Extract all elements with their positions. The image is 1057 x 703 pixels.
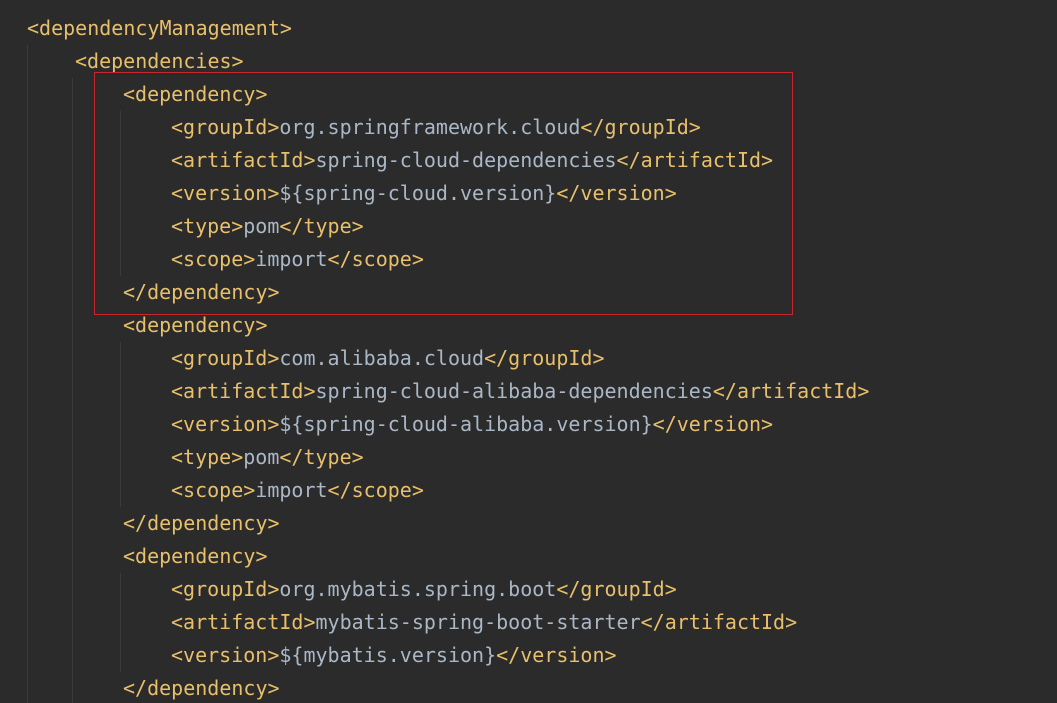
code-line[interactable]: <groupId>com.alibaba.cloud</groupId> <box>171 342 605 375</box>
xml-open-tag: <type> <box>171 445 244 469</box>
highlight-box <box>94 72 793 315</box>
code-line[interactable]: <artifactId>mybatis-spring-boot-starter<… <box>171 606 797 639</box>
xml-close-tag: </groupId> <box>556 577 677 601</box>
code-line[interactable]: <version>${spring-cloud-alibaba.version}… <box>171 408 773 441</box>
xml-close-tag: </groupId> <box>484 346 605 370</box>
code-line[interactable]: <groupId>org.mybatis.spring.boot</groupI… <box>171 573 677 606</box>
xml-open-tag: <dependencyManagement> <box>27 16 292 40</box>
code-editor[interactable]: <dependencyManagement> <dependencies> <dep… <box>0 0 1057 703</box>
xml-close-tag: </type> <box>279 445 364 469</box>
xml-text-value: org.mybatis.spring.boot <box>279 577 557 601</box>
xml-text-value: import <box>255 478 328 502</box>
xml-text-value: spring-cloud-alibaba-dependencies <box>315 379 713 403</box>
code-line[interactable]: <version>${mybatis.version}</version> <box>171 639 617 672</box>
xml-open-tag: <dependencies> <box>75 49 244 73</box>
xml-open-tag: <scope> <box>171 478 256 502</box>
indent-guide <box>72 78 73 703</box>
xml-open-tag: <groupId> <box>171 346 280 370</box>
xml-open-tag: <dependency> <box>123 313 268 337</box>
code-line[interactable]: <scope>import</scope> <box>171 474 424 507</box>
code-line[interactable]: </dependency> <box>123 672 280 703</box>
xml-open-tag: </dependency> <box>123 676 280 700</box>
xml-close-tag: </artifactId> <box>712 379 870 403</box>
xml-open-tag: <version> <box>171 643 280 667</box>
indent-guide <box>27 45 28 703</box>
xml-close-tag: </version> <box>652 412 774 436</box>
code-line[interactable]: <artifactId>spring-cloud-alibaba-depende… <box>171 375 869 408</box>
xml-close-tag: </version> <box>496 643 617 667</box>
xml-open-tag: <version> <box>171 412 280 436</box>
code-line[interactable]: </dependency> <box>123 507 280 540</box>
indent-guide <box>120 573 121 672</box>
code-line[interactable]: <dependency> <box>123 540 268 573</box>
xml-text-value: pom <box>243 445 280 469</box>
indent-guide <box>120 342 121 507</box>
code-line[interactable]: <type>pom</type> <box>171 441 364 474</box>
xml-text-value: com.alibaba.cloud <box>279 346 485 370</box>
xml-close-tag: </scope> <box>327 478 424 502</box>
xml-text-value: ${spring-cloud-alibaba.version} <box>279 412 653 436</box>
xml-open-tag: <dependency> <box>123 544 268 568</box>
xml-close-tag: </artifactId> <box>640 610 798 634</box>
xml-text-value: ${mybatis.version} <box>279 643 497 667</box>
xml-open-tag: <groupId> <box>171 577 280 601</box>
xml-open-tag: <artifactId> <box>171 379 316 403</box>
xml-open-tag: <artifactId> <box>171 610 316 634</box>
xml-text-value: mybatis-spring-boot-starter <box>315 610 641 634</box>
xml-open-tag: </dependency> <box>123 511 280 535</box>
code-line[interactable]: <dependencyManagement> <box>27 12 292 45</box>
